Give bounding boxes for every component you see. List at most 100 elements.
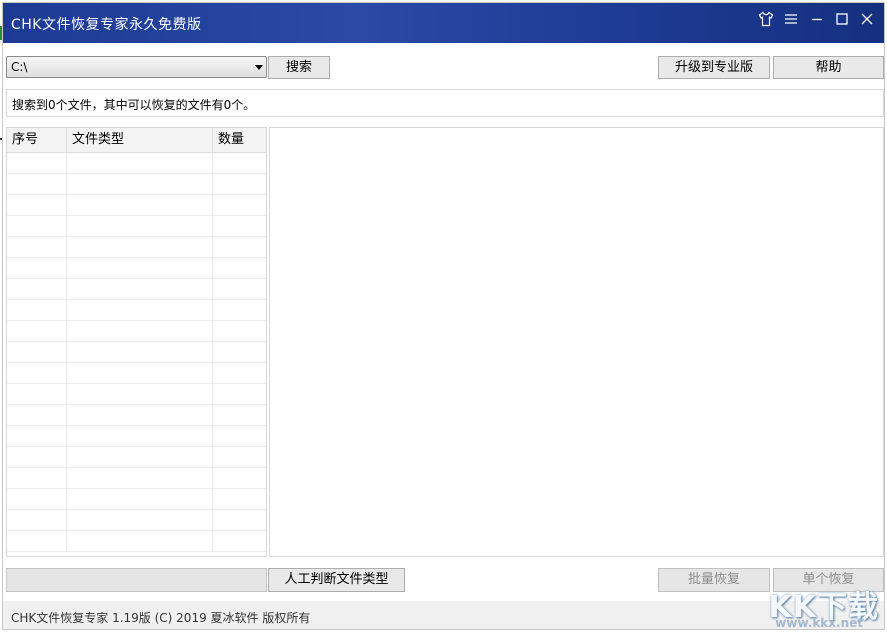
upgrade-button[interactable]: 升级到专业版 <box>658 56 770 79</box>
table-cell <box>67 279 213 299</box>
batch-recover-button[interactable]: 批量恢复 <box>658 568 770 592</box>
table-cell <box>7 342 67 362</box>
main-content: C:\ 搜索 升级到专业版 帮助 搜索到0个文件，其中可以恢复的文件有0个。 序… <box>3 43 884 629</box>
table-cell <box>213 258 266 278</box>
table-row[interactable] <box>7 531 266 552</box>
table-cell <box>213 510 266 530</box>
bottom-toolbar: 人工判断文件类型 批量恢复 单个恢复 <box>3 563 884 603</box>
table-cell <box>213 195 266 215</box>
table-cell <box>7 384 67 404</box>
skin-icon[interactable] <box>755 11 777 33</box>
left-edge-mark <box>0 138 2 140</box>
table-body <box>7 153 266 552</box>
table-cell <box>213 447 266 467</box>
table-cell <box>213 153 266 173</box>
column-header-index[interactable]: 序号 <box>7 128 67 152</box>
table-cell <box>67 426 213 446</box>
status-bar: 搜索到0个文件，其中可以恢复的文件有0个。 <box>6 89 884 117</box>
table-cell <box>67 174 213 194</box>
table-row[interactable] <box>7 384 266 405</box>
preview-pane[interactable] <box>269 127 884 557</box>
app-window: CHK文件恢复专家永久免费版 C:\ 搜索 升级到专业版 帮助 搜索到0个文件，… <box>2 2 885 630</box>
table-cell <box>67 300 213 320</box>
table-row[interactable] <box>7 195 266 216</box>
table-cell <box>67 447 213 467</box>
table-cell <box>7 363 67 383</box>
table-cell <box>213 405 266 425</box>
table-cell <box>213 531 266 551</box>
status-text: 搜索到0个文件，其中可以恢复的文件有0个。 <box>12 98 256 112</box>
chevron-down-icon <box>255 65 263 70</box>
minimize-icon[interactable] <box>806 11 828 33</box>
left-edge-accent <box>0 26 2 40</box>
table-row[interactable] <box>7 510 266 531</box>
table-row[interactable] <box>7 237 266 258</box>
table-cell <box>67 489 213 509</box>
search-button[interactable]: 搜索 <box>268 56 330 79</box>
table-cell <box>67 195 213 215</box>
table-row[interactable] <box>7 174 266 195</box>
maximize-icon[interactable] <box>831 11 853 33</box>
table-cell <box>213 468 266 488</box>
table-cell <box>7 174 67 194</box>
table-row[interactable] <box>7 489 266 510</box>
table-cell <box>213 489 266 509</box>
table-row[interactable] <box>7 321 266 342</box>
table-row[interactable] <box>7 258 266 279</box>
table-row[interactable] <box>7 426 266 447</box>
table-row[interactable] <box>7 468 266 489</box>
menu-icon[interactable] <box>780 11 802 33</box>
table-cell <box>7 489 67 509</box>
table-cell <box>7 195 67 215</box>
table-cell <box>213 279 266 299</box>
table-cell <box>67 363 213 383</box>
title-bar[interactable]: CHK文件恢复专家永久免费版 <box>3 3 884 43</box>
help-button[interactable]: 帮助 <box>773 56 884 79</box>
table-cell <box>67 510 213 530</box>
manual-judge-type-button[interactable]: 人工判断文件类型 <box>268 568 405 592</box>
table-cell <box>7 405 67 425</box>
table-cell <box>213 237 266 257</box>
table-row[interactable] <box>7 405 266 426</box>
table-row[interactable] <box>7 216 266 237</box>
table-cell <box>213 321 266 341</box>
table-cell <box>67 153 213 173</box>
table-cell <box>213 300 266 320</box>
close-icon[interactable] <box>856 11 878 33</box>
table-cell <box>7 258 67 278</box>
table-cell <box>7 153 67 173</box>
table-cell <box>213 384 266 404</box>
table-cell <box>67 258 213 278</box>
table-cell <box>67 531 213 551</box>
column-header-count[interactable]: 数量 <box>213 128 266 152</box>
table-cell <box>7 426 67 446</box>
table-cell <box>67 468 213 488</box>
table-row[interactable] <box>7 342 266 363</box>
table-cell <box>67 384 213 404</box>
table-row[interactable] <box>7 363 266 384</box>
table-cell <box>213 342 266 362</box>
window-title: CHK文件恢复专家永久免费版 <box>11 17 202 33</box>
path-field[interactable] <box>6 568 267 592</box>
table-cell <box>7 321 67 341</box>
drive-select[interactable]: C:\ <box>6 56 267 78</box>
column-header-file-type[interactable]: 文件类型 <box>67 128 213 152</box>
table-cell <box>7 216 67 236</box>
table-cell <box>67 237 213 257</box>
table-cell <box>67 342 213 362</box>
table-cell <box>213 216 266 236</box>
table-cell <box>67 216 213 236</box>
table-cell <box>213 363 266 383</box>
table-row[interactable] <box>7 447 266 468</box>
file-type-table[interactable]: 序号 文件类型 数量 <box>6 127 267 557</box>
table-cell <box>213 174 266 194</box>
table-cell <box>7 279 67 299</box>
table-cell <box>67 405 213 425</box>
watermark-url: www.kkx.net <box>775 616 863 630</box>
table-row[interactable] <box>7 279 266 300</box>
table-row[interactable] <box>7 300 266 321</box>
watermark-logo: KK下载 www.kkx.net <box>755 580 885 632</box>
table-cell <box>7 531 67 551</box>
drive-select-value: C:\ <box>11 60 28 74</box>
table-row[interactable] <box>7 153 266 174</box>
